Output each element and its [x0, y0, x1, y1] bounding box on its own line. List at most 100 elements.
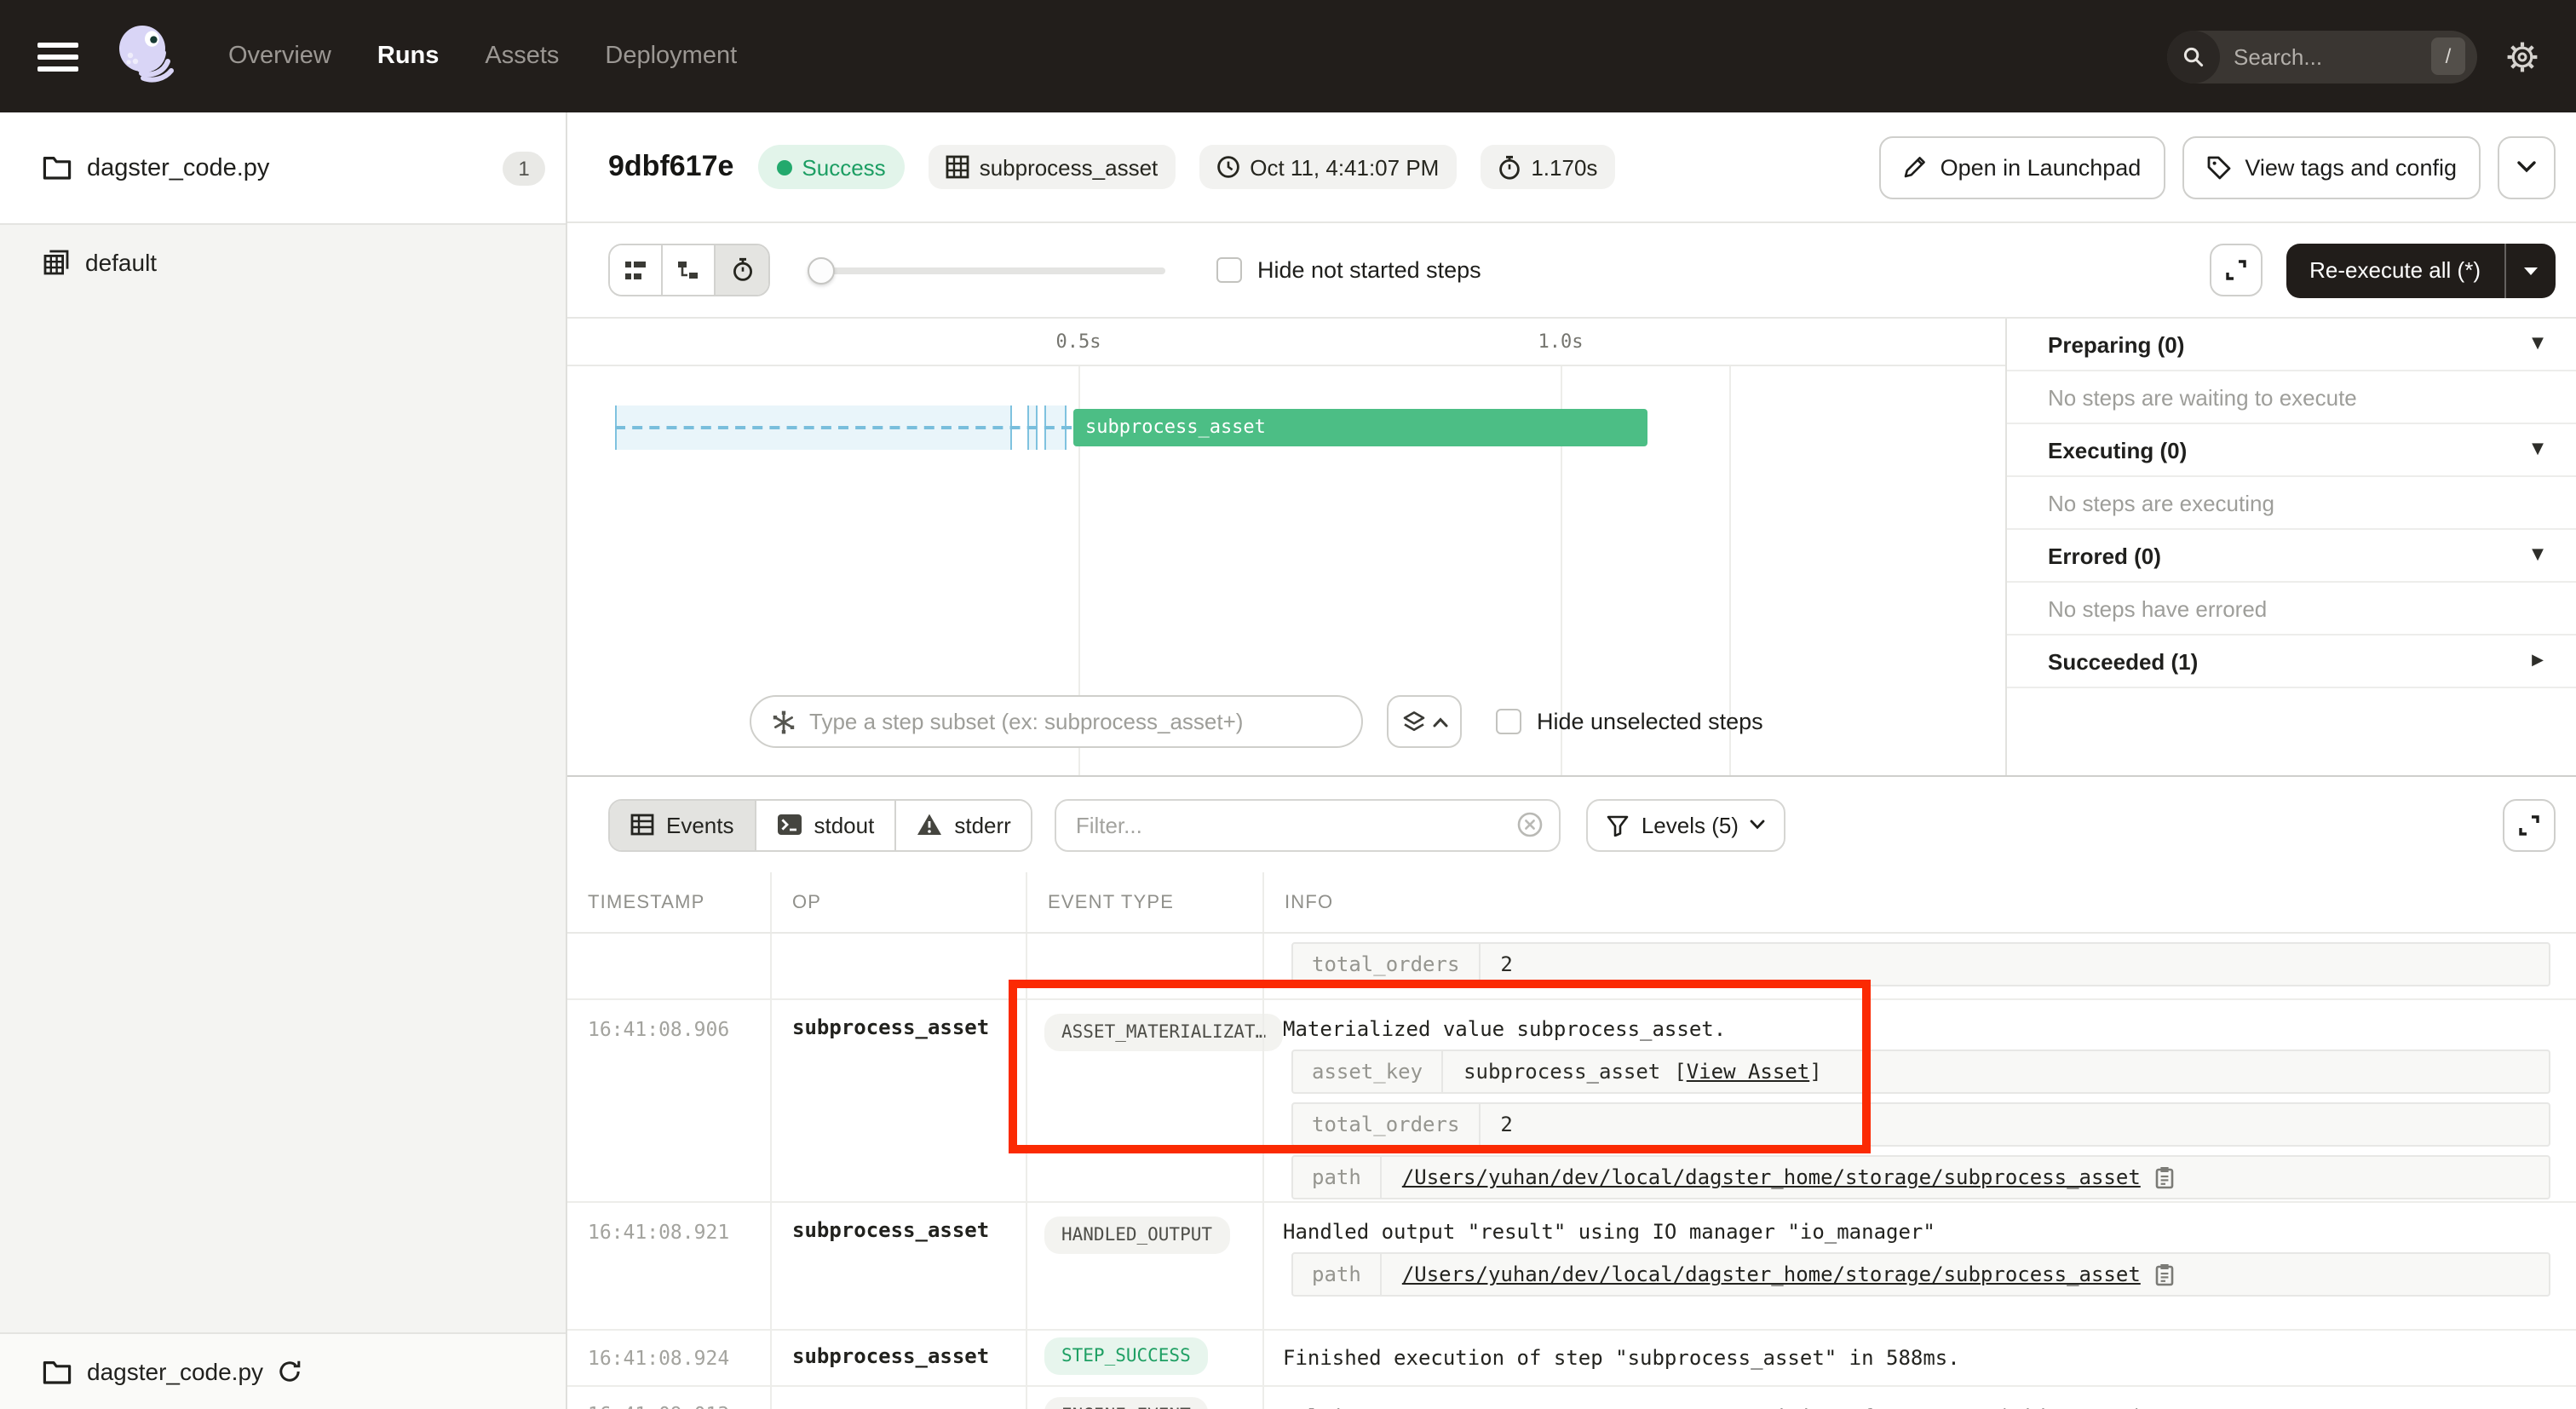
- asset-grid-icon: [946, 155, 969, 179]
- expand-icon: [2224, 259, 2246, 281]
- event-op: subprocess_asset: [770, 1203, 1026, 1329]
- reexecute-all-button[interactable]: Re-execute all (*): [2286, 243, 2504, 297]
- step-subset-input[interactable]: [809, 709, 1344, 734]
- folder-icon: [43, 155, 72, 181]
- tab-stdout-label: stdout: [814, 812, 875, 837]
- header-more-chevron-button[interactable]: [2498, 135, 2556, 198]
- step-status-panel: Preparing (0) ▼ No steps are waiting to …: [2005, 319, 2576, 775]
- hide-unselected-checkbox[interactable]: [1496, 709, 1521, 734]
- section-title: Executing (0): [2048, 437, 2187, 463]
- tab-stderr[interactable]: stderr: [896, 800, 1031, 849]
- event-op: -: [770, 1387, 1026, 1409]
- nav-link-runs[interactable]: Runs: [377, 43, 440, 70]
- reexecute-options-button[interactable]: [2506, 243, 2556, 297]
- sidebar-item-label: default: [85, 249, 157, 276]
- run-header: 9dbf617e Success subprocess_asset: [567, 112, 2576, 223]
- search-icon: [2167, 30, 2220, 83]
- settings-gear-icon[interactable]: [2506, 40, 2539, 72]
- menu-icon[interactable]: [37, 42, 78, 71]
- caret-down-icon[interactable]: ▼: [2532, 336, 2544, 353]
- gantt-toolbar-right: Re-execute all (*): [2209, 243, 2556, 297]
- fullscreen-gantt-button[interactable]: [2209, 244, 2262, 296]
- event-row-asset-materialization[interactable]: 16:41:08.906 subprocess_asset ASSET_MATE…: [567, 1000, 2576, 1203]
- levels-filter-button[interactable]: Levels (5): [1587, 798, 1786, 851]
- gantt-step-bar[interactable]: subprocess_asset: [1073, 409, 1647, 446]
- events-table: TIMESTAMP OP EVENT TYPE INFO total_order…: [567, 872, 2576, 1409]
- step-subset-input-wrap: [750, 695, 1363, 748]
- run-id: 9dbf617e: [608, 150, 733, 184]
- axis-tick: 0.5s: [1056, 331, 1101, 353]
- clear-filter-icon[interactable]: [1517, 811, 1544, 838]
- gantt-section: 0.5s 1.0s subprocess_asset: [567, 317, 2576, 775]
- copy-icon[interactable]: [2154, 1165, 2176, 1189]
- reload-icon[interactable]: [277, 1360, 301, 1383]
- event-row[interactable]: total_orders 2: [567, 934, 2576, 1000]
- dagster-logo-icon[interactable]: [112, 20, 184, 92]
- sidebar-item-default[interactable]: default: [0, 225, 566, 300]
- caret-down-icon[interactable]: ▼: [2532, 547, 2544, 564]
- nav-link-assets[interactable]: Assets: [485, 43, 559, 70]
- col-header-timestamp: TIMESTAMP: [567, 872, 770, 932]
- view-tags-config-button[interactable]: View tags and config: [2182, 135, 2481, 198]
- metadata-value: 2: [1480, 1104, 1532, 1145]
- status-section-body: No steps are executing: [2007, 477, 2576, 530]
- status-section-preparing[interactable]: Preparing (0) ▼: [2007, 319, 2576, 371]
- zoom-slider[interactable]: [811, 267, 1165, 273]
- metadata-key: path: [1293, 1254, 1382, 1295]
- event-row-step-success[interactable]: 16:41:08.924 subprocess_asset STEP_SUCCE…: [567, 1331, 2576, 1387]
- status-section-succeeded[interactable]: Succeeded (1) ▶: [2007, 635, 2576, 688]
- nav-link-overview[interactable]: Overview: [228, 43, 331, 70]
- event-timestamp: 16:41:08.906: [567, 1000, 770, 1201]
- table-icon: [630, 813, 654, 837]
- path-link[interactable]: /Users/yuhan/dev/local/dagster_home/stor…: [1402, 1165, 2141, 1189]
- event-timestamp: 16:41:08.921: [567, 1203, 770, 1329]
- levels-filter-label: Levels (5): [1642, 812, 1739, 837]
- col-header-op: OP: [770, 872, 1026, 932]
- view-asset-link[interactable]: [View Asset]: [1674, 1060, 1821, 1084]
- event-info-text: Finished execution of step "subprocess_a…: [1264, 1331, 2562, 1370]
- waterfall-view-button[interactable]: [663, 245, 716, 295]
- expand-icon: [2518, 814, 2540, 836]
- tab-stdout[interactable]: stdout: [756, 800, 897, 849]
- axis-tick: 1.0s: [1538, 331, 1584, 353]
- section-title: Preparing (0): [2048, 331, 2184, 357]
- footer-code-location-label: dagster_code.py: [87, 1358, 263, 1385]
- clock-icon: [1216, 155, 1239, 179]
- path-link[interactable]: /Users/yuhan/dev/local/dagster_home/stor…: [1402, 1262, 2141, 1286]
- status-section-errored[interactable]: Errored (0) ▼: [2007, 530, 2576, 583]
- event-op: subprocess_asset: [770, 1000, 1026, 1201]
- metadata-key: total_orders: [1293, 944, 1480, 985]
- search-input[interactable]: [2234, 43, 2431, 69]
- timer-icon: [1497, 154, 1521, 180]
- caret-down-icon[interactable]: ▼: [2532, 441, 2544, 458]
- event-type-pill: HANDLED_OUTPUT: [1044, 1216, 1229, 1254]
- nav-link-deployment[interactable]: Deployment: [605, 43, 737, 70]
- timeline-view-button[interactable]: [716, 245, 768, 295]
- sidebar: dagster_code.py 1 default dagster_code.p…: [0, 112, 567, 1409]
- asset-tag[interactable]: subprocess_asset: [929, 145, 1176, 189]
- open-in-launchpad-button[interactable]: Open in Launchpad: [1879, 135, 2165, 198]
- graph-query-toggle-button[interactable]: [1387, 695, 1462, 748]
- status-section-executing[interactable]: Executing (0) ▼: [2007, 424, 2576, 477]
- events-toolbar: Events stdout: [567, 777, 2576, 872]
- status-section-body: No steps are waiting to execute: [2007, 371, 2576, 424]
- flat-view-button[interactable]: [610, 245, 663, 295]
- zoom-slider-handle[interactable]: [808, 256, 835, 284]
- event-row-engine-event[interactable]: 16:41:09.013 - ENGINE_EVENT Multiprocess…: [567, 1387, 2576, 1409]
- hide-not-started-checkbox[interactable]: [1216, 257, 1242, 283]
- start-time-tag: Oct 11, 4:41:07 PM: [1199, 145, 1456, 189]
- col-header-info: INFO: [1262, 872, 2576, 932]
- copy-icon[interactable]: [2154, 1262, 2176, 1286]
- caret-right-icon[interactable]: ▶: [2532, 653, 2544, 670]
- header-actions: Open in Launchpad View tags and config: [1879, 135, 2556, 198]
- asset-tag-label: subprocess_asset: [980, 154, 1159, 180]
- event-info-text: Multiprocess executor: parent process ex…: [1264, 1387, 2562, 1409]
- event-row-handled-output[interactable]: 16:41:08.921 subprocess_asset HANDLED_OU…: [567, 1203, 2576, 1331]
- tab-events[interactable]: Events: [610, 800, 756, 849]
- reexecute-split-button: Re-execute all (*): [2286, 243, 2556, 297]
- fullscreen-logs-button[interactable]: [2503, 798, 2556, 851]
- log-filter-input[interactable]: [1076, 812, 1517, 837]
- sidebar-code-location[interactable]: dagster_code.py 1: [0, 112, 566, 225]
- metadata-entry: path /Users/yuhan/dev/local/dagster_home…: [1291, 1252, 2550, 1297]
- global-search[interactable]: /: [2167, 30, 2477, 83]
